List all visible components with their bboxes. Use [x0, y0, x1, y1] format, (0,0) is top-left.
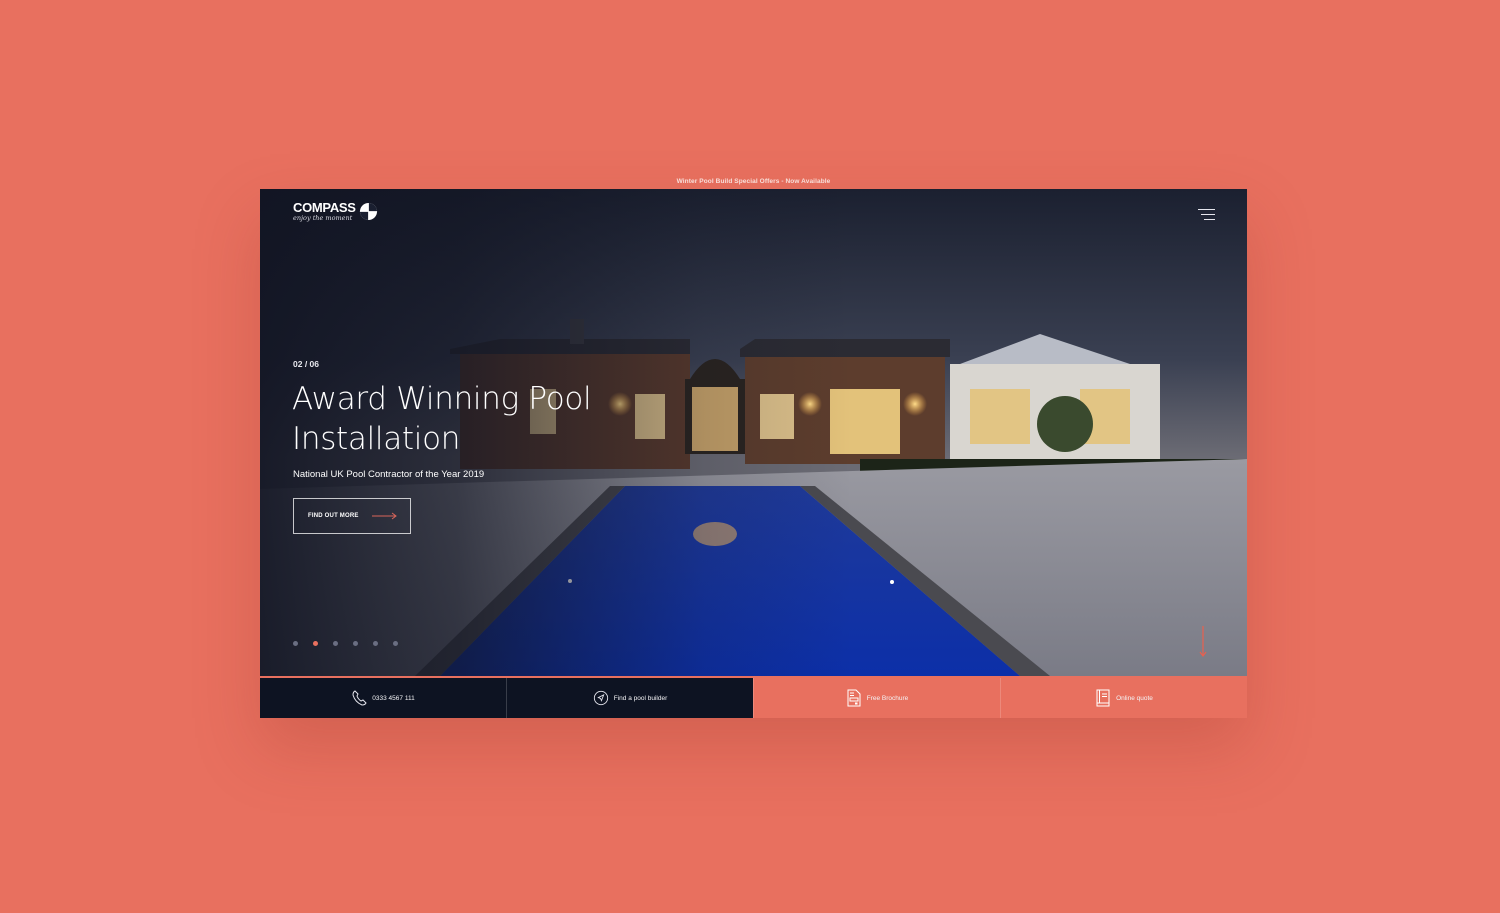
slide-pagination — [293, 641, 413, 646]
free-brochure-button[interactable]: Free Brochure — [753, 678, 1000, 718]
phone-number: 0333 4567 111 — [372, 694, 415, 702]
slide-dot-4[interactable] — [353, 641, 358, 646]
slide-dot-3[interactable] — [333, 641, 338, 646]
phone-icon — [352, 690, 367, 706]
slide-counter: 02 / 06 — [293, 359, 319, 369]
online-quote-label: Online quote — [1116, 694, 1153, 702]
logo-name: COMPASS — [293, 200, 356, 215]
slide-dot-2[interactable] — [313, 641, 318, 646]
announcement-bar[interactable]: Winter Pool Build Special Offers - Now A… — [260, 174, 1247, 189]
find-out-more-button[interactable]: FIND OUT MORE — [293, 498, 411, 534]
phone-button[interactable]: 0333 4567 111 — [260, 678, 506, 718]
hero-section: COMPASS enjoy the moment 02 / 06 Award W… — [260, 189, 1247, 676]
bottom-action-bar: 0333 4567 111 Find a pool builder Free B… — [260, 676, 1247, 718]
slide-dot-1[interactable] — [293, 641, 298, 646]
find-pool-builder-button[interactable]: Find a pool builder — [506, 678, 753, 718]
online-quote-button[interactable]: Online quote — [1000, 678, 1247, 718]
logo[interactable]: COMPASS enjoy the moment — [293, 201, 378, 222]
cta-label: FIND OUT MORE — [308, 513, 359, 519]
free-brochure-label: Free Brochure — [866, 694, 909, 702]
compass-quadrant-icon — [359, 202, 377, 221]
navigation-icon — [593, 690, 608, 706]
hero-subtitle: National UK Pool Contractor of the Year … — [293, 469, 485, 480]
slide-dot-6[interactable] — [393, 641, 398, 646]
logo-tagline: enjoy the moment — [293, 214, 353, 222]
arrow-down-icon[interactable] — [1198, 626, 1208, 658]
hamburger-menu-icon[interactable] — [1195, 207, 1215, 223]
slide-dot-5[interactable] — [373, 641, 378, 646]
find-pool-builder-label: Find a pool builder — [613, 694, 668, 702]
arrow-right-icon — [371, 512, 397, 520]
hero-title: Award Winning Pool Installation — [292, 381, 592, 457]
book-icon — [1096, 689, 1110, 707]
website-frame: COMPASS enjoy the moment 02 / 06 Award W… — [260, 189, 1247, 718]
brochure-icon — [847, 689, 861, 707]
